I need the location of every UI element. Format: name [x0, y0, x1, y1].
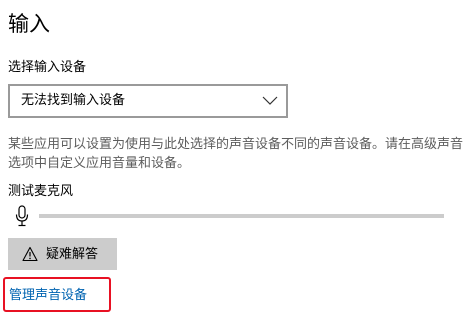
input-device-label: 选择输入设备 — [8, 60, 87, 75]
troubleshoot-button[interactable]: 疑难解答 — [8, 238, 117, 270]
input-description: 某些应用可以设置为使用与此处选择的声音设备不同的声音设备。请在高级声音选项中自定… — [8, 137, 464, 171]
input-device-selected-value: 无法找到输入设备 — [21, 93, 126, 108]
warning-icon — [22, 246, 38, 262]
mic-test-label: 测试麦克风 — [8, 184, 74, 199]
section-title: 输入 — [8, 12, 50, 36]
troubleshoot-label: 疑难解答 — [46, 246, 99, 261]
microphone-icon — [15, 205, 29, 227]
manage-sound-devices-link[interactable]: 管理声音设备 — [9, 287, 87, 305]
mic-level-meter — [39, 214, 444, 218]
input-device-dropdown[interactable]: 无法找到输入设备 — [8, 84, 288, 118]
chevron-down-icon — [262, 96, 278, 105]
